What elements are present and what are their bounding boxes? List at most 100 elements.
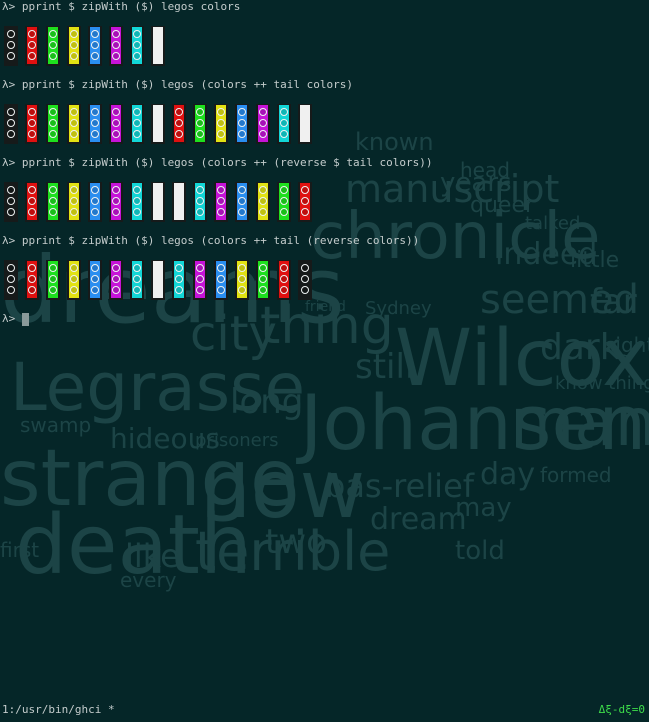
- brick-stud: [196, 108, 204, 116]
- brick-stud: [49, 197, 57, 205]
- lego-brick: [298, 182, 312, 222]
- lego-brick: [151, 260, 165, 300]
- lego-brick: [109, 104, 123, 144]
- brick-stud: [238, 130, 246, 138]
- brick-stud: [217, 108, 225, 116]
- brick-stud: [112, 197, 120, 205]
- brick-stud: [7, 52, 15, 60]
- brick-stud: [112, 119, 120, 127]
- brick-stud: [133, 52, 141, 60]
- brick-stud: [49, 41, 57, 49]
- status-indicator: Δξ-dξ=0: [598, 703, 645, 716]
- lego-brick: [193, 260, 207, 300]
- background-word: still: [355, 347, 415, 387]
- brick-stud: [175, 108, 183, 116]
- background-word: bas-relief: [325, 467, 475, 505]
- brick-stud: [91, 275, 99, 283]
- brick-stud: [112, 186, 120, 194]
- brick-stud: [196, 119, 204, 127]
- brick-stud: [70, 119, 78, 127]
- brick-stud: [196, 286, 204, 294]
- brick-stud: [259, 108, 267, 116]
- background-word: head: [460, 158, 510, 182]
- brick-stud: [259, 197, 267, 205]
- brick-stud: [301, 286, 309, 294]
- brick-stud: [7, 197, 15, 205]
- brick-stud: [238, 108, 246, 116]
- lego-brick: [235, 182, 249, 222]
- brick-stud: [28, 119, 36, 127]
- brick-stud: [49, 130, 57, 138]
- brick-stud: [7, 286, 15, 294]
- brick-stud: [91, 286, 99, 294]
- lego-brick: [46, 260, 60, 300]
- brick-stud: [280, 197, 288, 205]
- brick-stud: [70, 108, 78, 116]
- brick-stud: [49, 52, 57, 60]
- background-word: Sydney: [365, 298, 432, 319]
- brick-stud: [70, 30, 78, 38]
- brick-stud: [49, 186, 57, 194]
- brick-stud: [175, 130, 183, 138]
- background-word: now: [200, 443, 366, 536]
- background-word: terrible: [195, 520, 391, 583]
- lego-brick: [256, 104, 270, 144]
- brick-stud: [28, 264, 36, 272]
- brick-stud: [91, 208, 99, 216]
- command-line: λ> pprint $ zipWith ($) legos (colors ++…: [2, 156, 433, 169]
- brick-stud: [280, 286, 288, 294]
- brick-stud: [91, 41, 99, 49]
- background-word: manuscript: [345, 167, 560, 211]
- background-word: queer: [470, 193, 535, 218]
- brick-stud: [70, 130, 78, 138]
- background-word: day: [480, 457, 536, 492]
- brick-stud: [28, 52, 36, 60]
- brick-stud: [280, 130, 288, 138]
- background-word: seemed: [480, 277, 640, 323]
- lego-brick: [130, 104, 144, 144]
- background-word: known: [355, 128, 434, 156]
- lego-brick: [109, 260, 123, 300]
- background-word: formed: [540, 463, 612, 487]
- lego-brick: [4, 182, 18, 222]
- lego-brick: [172, 182, 186, 222]
- brick-stud: [91, 130, 99, 138]
- brick-stud: [91, 30, 99, 38]
- lego-brick: [109, 26, 123, 66]
- command-line: λ> pprint $ zipWith ($) legos (colors ++…: [2, 78, 353, 91]
- brick-stud: [7, 119, 15, 127]
- lego-brick: [67, 104, 81, 144]
- brick-stud: [112, 286, 120, 294]
- brick-stud: [280, 208, 288, 216]
- brick-stud: [133, 30, 141, 38]
- background-word: first: [0, 538, 40, 562]
- brick-stud: [49, 264, 57, 272]
- command-line: λ> pprint $ zipWith ($) legos colors: [2, 0, 241, 13]
- lego-brick: [46, 182, 60, 222]
- brick-stud: [196, 197, 204, 205]
- brick-stud: [238, 197, 246, 205]
- status-window-title: 1:/usr/bin/ghci *: [2, 703, 115, 716]
- brick-stud: [238, 275, 246, 283]
- background-word: like: [125, 537, 180, 575]
- brick-stud: [175, 275, 183, 283]
- lego-brick: [88, 182, 102, 222]
- brick-stud: [280, 119, 288, 127]
- background-word: death: [15, 498, 252, 593]
- brick-stud: [301, 186, 309, 194]
- background-word: may: [455, 493, 512, 523]
- lego-brick: [25, 104, 39, 144]
- background-word: hideous: [110, 422, 220, 455]
- background-word: talked: [525, 213, 581, 234]
- brick-stud: [28, 130, 36, 138]
- brick-stud: [112, 52, 120, 60]
- lego-brick: [151, 104, 165, 144]
- lego-brick: [277, 260, 291, 300]
- background-word: prisoners: [195, 430, 279, 451]
- brick-color-fill: [300, 105, 310, 142]
- lego-brick: [235, 104, 249, 144]
- lego-brick: [193, 104, 207, 144]
- background-word: know things: [555, 373, 649, 394]
- brick-stud: [133, 119, 141, 127]
- brick-stud: [7, 30, 15, 38]
